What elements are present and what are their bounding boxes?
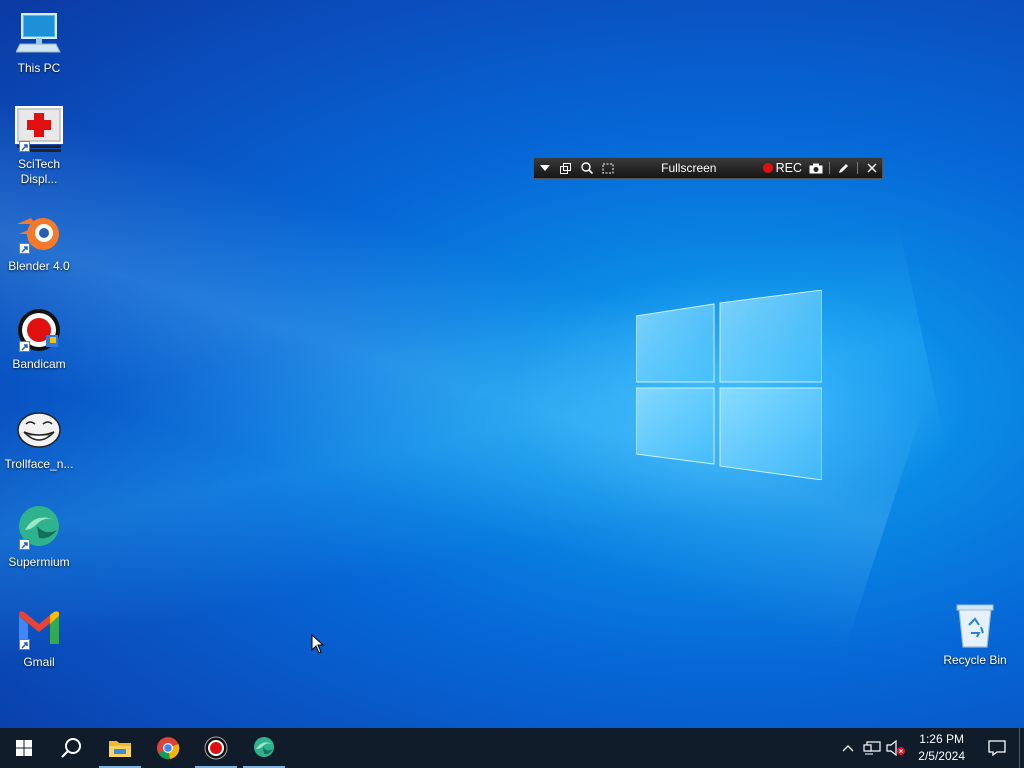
separator xyxy=(857,162,858,174)
desktop-icon-label: SciTech Displ... xyxy=(17,157,61,186)
scitech-display-icon xyxy=(15,106,63,154)
shortcut-arrow-icon xyxy=(19,341,30,352)
action-center-button[interactable] xyxy=(975,728,1019,768)
taskbar-supermium[interactable] xyxy=(240,728,288,768)
separator xyxy=(829,162,830,174)
system-tray: 1:26 PM 2/5/2024 xyxy=(836,728,1024,768)
supermium-icon xyxy=(254,737,274,757)
start-button[interactable] xyxy=(0,728,48,768)
desktop-icon-gmail[interactable]: Gmail xyxy=(4,604,74,694)
search-icon xyxy=(61,738,81,758)
gmail-icon xyxy=(15,604,63,652)
desktop-icon-supermium[interactable]: Supermium xyxy=(4,504,74,594)
desktop-icon-this-pc[interactable]: This PC xyxy=(4,10,74,100)
window-mode-icon[interactable] xyxy=(555,158,576,178)
blender-icon xyxy=(15,208,63,256)
desktop-icon-recycle-bin[interactable]: Recycle Bin xyxy=(940,602,1010,692)
desktop-icon-label: Gmail xyxy=(23,655,55,669)
notification-icon xyxy=(988,740,1006,756)
desktop[interactable]: This PC SciTech Displ... Blender 4.0 Ban… xyxy=(0,0,1024,728)
shortcut-arrow-icon xyxy=(19,243,30,254)
shortcut-arrow-icon xyxy=(19,539,30,550)
file-explorer-icon xyxy=(109,741,131,757)
taskbar-bandicam[interactable] xyxy=(192,728,240,768)
zoom-icon[interactable] xyxy=(576,158,597,178)
clock-date: 2/5/2024 xyxy=(918,749,965,763)
chevron-up-icon xyxy=(842,745,854,752)
supermium-icon xyxy=(15,504,63,552)
record-dot-icon xyxy=(762,163,773,173)
pencil-icon[interactable] xyxy=(833,158,854,178)
bandicam-toolbar[interactable]: Fullscreen REC xyxy=(533,157,883,179)
recycle-bin-icon xyxy=(951,602,999,650)
show-hidden-icons-button[interactable] xyxy=(836,728,860,768)
taskbar-chrome[interactable] xyxy=(144,728,192,768)
select-area-icon[interactable] xyxy=(597,158,618,178)
bandicam-icon xyxy=(15,306,63,354)
shortcut-arrow-icon xyxy=(19,639,30,650)
desktop-icon-label: Trollface_n... xyxy=(4,457,74,471)
desktop-icon-blender[interactable]: Blender 4.0 xyxy=(4,208,74,298)
desktop-icon-label: Blender 4.0 xyxy=(8,259,70,273)
desktop-icon-label: Recycle Bin xyxy=(943,653,1007,667)
mouse-cursor-icon xyxy=(311,633,325,659)
desktop-icon-label: Bandicam xyxy=(12,357,66,371)
desktop-icon-label: Supermium xyxy=(8,555,70,569)
desktop-icon-bandicam[interactable]: Bandicam xyxy=(4,306,74,396)
bandicam-icon xyxy=(204,736,228,760)
desktop-icon-trollface[interactable]: Trollface_n... xyxy=(4,406,74,496)
clock-time: 1:26 PM xyxy=(919,732,964,746)
start-icon xyxy=(16,740,32,756)
volume-muted-icon xyxy=(886,740,906,756)
camera-icon[interactable] xyxy=(805,158,826,178)
volume-button[interactable] xyxy=(884,728,908,768)
rec-button[interactable]: REC xyxy=(760,161,805,175)
rec-label: REC xyxy=(775,161,802,175)
capture-mode-label: Fullscreen xyxy=(661,161,717,175)
network-button[interactable] xyxy=(860,728,884,768)
dropdown-arrow-icon[interactable] xyxy=(534,158,555,178)
taskbar: 1:26 PM 2/5/2024 xyxy=(0,728,1024,768)
windows-logo-wallpaper xyxy=(636,290,822,480)
search-button[interactable] xyxy=(48,728,96,768)
desktop-icon-label: This PC xyxy=(17,61,61,75)
desktop-icon-scitech-display[interactable]: SciTech Displ... xyxy=(4,106,74,196)
shortcut-arrow-icon xyxy=(19,141,30,152)
show-desktop-button[interactable] xyxy=(1019,728,1024,768)
trollface-icon xyxy=(15,406,63,454)
this-pc-icon xyxy=(15,10,63,58)
close-icon[interactable] xyxy=(861,158,882,178)
taskbar-file-explorer[interactable] xyxy=(96,728,144,768)
chrome-icon xyxy=(157,737,180,760)
clock[interactable]: 1:26 PM 2/5/2024 xyxy=(908,731,975,765)
network-icon xyxy=(863,741,881,755)
